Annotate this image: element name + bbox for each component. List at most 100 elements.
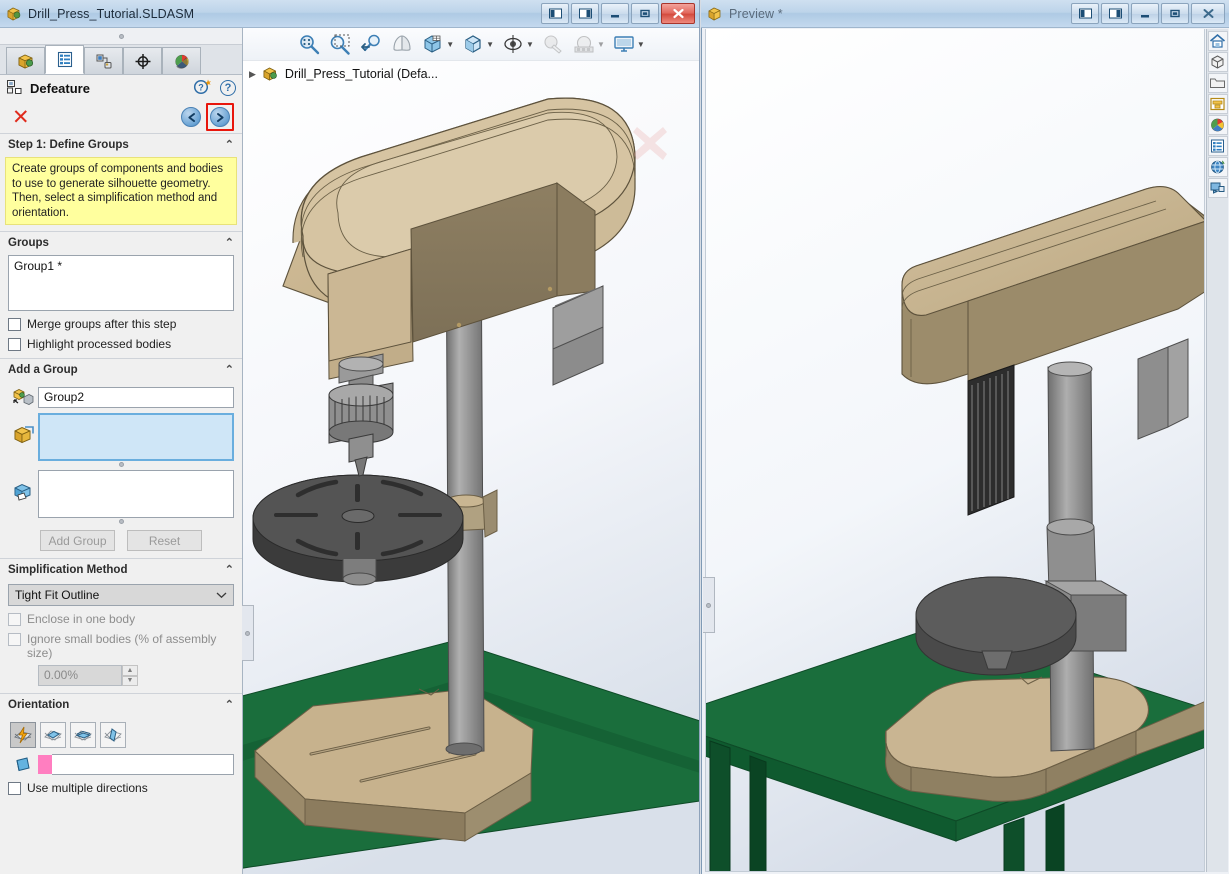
panel-graphics-splitter[interactable] [242,605,254,661]
assembly-icon [262,66,279,82]
model-viewport[interactable] [243,61,699,874]
simplification-method-select[interactable]: Tight Fit Outline [8,584,234,606]
close-button[interactable] [661,3,695,24]
chevron-down-icon[interactable]: ▼ [597,40,605,49]
preview-splitter[interactable] [703,577,715,633]
section-header-define-groups[interactable]: Step 1: Define Groups ⌃ [0,134,242,155]
zoom-to-fit-icon[interactable] [297,33,321,55]
apply-scene-icon[interactable]: ▼ [572,33,605,55]
preview-restore-right-button[interactable] [1101,3,1129,24]
configuration-manager-tab[interactable] [84,47,123,74]
merge-groups-checkbox-row[interactable]: Merge groups after this step [8,317,234,331]
chevron-down-icon[interactable]: ▼ [637,40,645,49]
preview-titlebar: Preview * [701,0,1229,28]
help-question-icon[interactable]: ? [220,80,236,96]
previous-view-icon[interactable] [359,33,383,55]
preview-maximize-button[interactable] [1161,3,1189,24]
feature-tree-root[interactable]: ▶ Drill_Press_Tutorial (Defa... [243,61,438,87]
preview-minimize-button[interactable] [1131,3,1159,24]
groups-listbox[interactable]: Group1 * [8,255,234,311]
previous-step-button[interactable] [181,107,201,127]
list-item[interactable]: Group1 * [14,259,228,273]
home-icon[interactable] [1207,31,1228,51]
restore-left-pane-button[interactable] [541,3,569,24]
chevron-down-icon[interactable]: ▼ [486,40,494,49]
view-orientation-icon[interactable]: ▼ [421,33,454,55]
ignore-small-bodies-checkbox-row[interactable]: Ignore small bodies (% of assembly size) [8,632,234,660]
section-title: Orientation [8,698,70,711]
cancel-button[interactable]: ✕ [12,106,30,128]
orientation-auto-button[interactable] [10,722,36,748]
preview-viewport[interactable] [705,29,1205,872]
section-header-simplification-method[interactable]: Simplification Method ⌃ [0,559,242,580]
spinner-down-icon[interactable]: ▼ [122,675,138,686]
parts-icon[interactable] [1207,52,1228,72]
orientation-dual-button[interactable] [70,722,96,748]
folder-icon[interactable] [1207,73,1228,93]
ignore-small-bodies-checkbox[interactable] [8,633,21,646]
add-group-button[interactable]: Add Group [40,530,115,551]
section-view-icon[interactable] [390,33,414,55]
highlight-bodies-checkbox-row[interactable]: Highlight processed bodies [8,337,234,351]
section-orientation: Orientation ⌃ Use multiple directions [0,693,242,802]
merge-groups-checkbox[interactable] [8,317,21,331]
component-box-icon [8,413,38,446]
spinner-up-icon[interactable]: ▲ [122,665,138,676]
cancel-x-overlay [626,119,674,167]
maximize-button[interactable] [631,3,659,24]
property-manager-tab[interactable] [45,45,84,74]
splitter-dot-icon [245,630,250,636]
chevron-down-icon[interactable]: ▼ [526,40,534,49]
3d-content-central-icon[interactable] [1207,157,1228,177]
custom-properties-icon[interactable] [1207,136,1228,156]
chevron-down-icon[interactable]: ▼ [446,40,454,49]
orientation-plane-selection-input[interactable] [52,754,234,775]
graphics-area[interactable]: ▼ ▼ ▼ ▼ ▼ ▶ Drill_Press_Tutorial (Defa..… [242,28,699,874]
view-toolbar: ▼ ▼ ▼ ▼ ▼ [243,28,699,61]
reset-button[interactable]: Reset [127,530,202,551]
bodies-selection-box[interactable] [38,470,234,518]
next-step-button[interactable] [210,107,230,127]
components-box-resize-handle[interactable] [8,462,234,467]
preview-window: Preview * [701,0,1229,874]
preview-title: Preview * [729,6,783,21]
section-title: Groups [8,236,49,249]
expand-triangle-icon[interactable]: ▶ [249,69,256,80]
solidworks-assembly-icon [6,6,22,22]
feature-manager-tab[interactable] [6,47,45,74]
orientation-triple-button[interactable] [100,722,126,748]
use-multiple-directions-row[interactable]: Use multiple directions [8,781,234,795]
section-header-groups[interactable]: Groups ⌃ [0,232,242,253]
percent-spinner[interactable]: 0.00% ▲ ▼ [38,665,138,686]
view-palette-icon[interactable] [1207,178,1228,198]
enclose-one-body-checkbox-row[interactable]: Enclose in one body [8,612,234,626]
document-titlebar: Drill_Press_Tutorial.SLDASM [0,0,699,28]
chevron-up-icon: ⌃ [224,364,234,376]
view-settings-icon[interactable]: ▼ [612,33,645,55]
preview-restore-left-button[interactable] [1071,3,1099,24]
edit-appearance-icon[interactable] [541,33,565,55]
display-style-icon[interactable]: ▼ [461,33,494,55]
restore-right-pane-button[interactable] [571,3,599,24]
orientation-single-button[interactable] [40,722,66,748]
display-manager-tab[interactable] [162,47,201,74]
enclose-one-body-checkbox[interactable] [8,612,21,626]
panel-top-splitter[interactable] [0,28,242,45]
highlight-bodies-checkbox[interactable] [8,337,21,351]
help-star-icon[interactable]: ? [193,78,212,98]
library-feature-icon[interactable] [1207,94,1228,114]
appearances-icon[interactable] [1207,115,1228,135]
percent-input[interactable]: 0.00% [38,665,122,686]
section-simplification-method: Simplification Method ⌃ Tight Fit Outlin… [0,558,242,693]
group-name-input[interactable]: Group2 [38,387,234,408]
section-header-orientation[interactable]: Orientation ⌃ [0,694,242,715]
section-header-add-a-group[interactable]: Add a Group ⌃ [0,359,242,380]
bodies-box-resize-handle[interactable] [8,519,234,524]
components-selection-box[interactable] [38,413,234,461]
zoom-to-area-icon[interactable] [328,33,352,55]
dimxpert-manager-tab[interactable] [123,47,162,74]
minimize-button[interactable] [601,3,629,24]
preview-close-button[interactable] [1191,3,1225,24]
use-multiple-directions-checkbox[interactable] [8,781,21,795]
hide-show-items-icon[interactable]: ▼ [501,33,534,55]
